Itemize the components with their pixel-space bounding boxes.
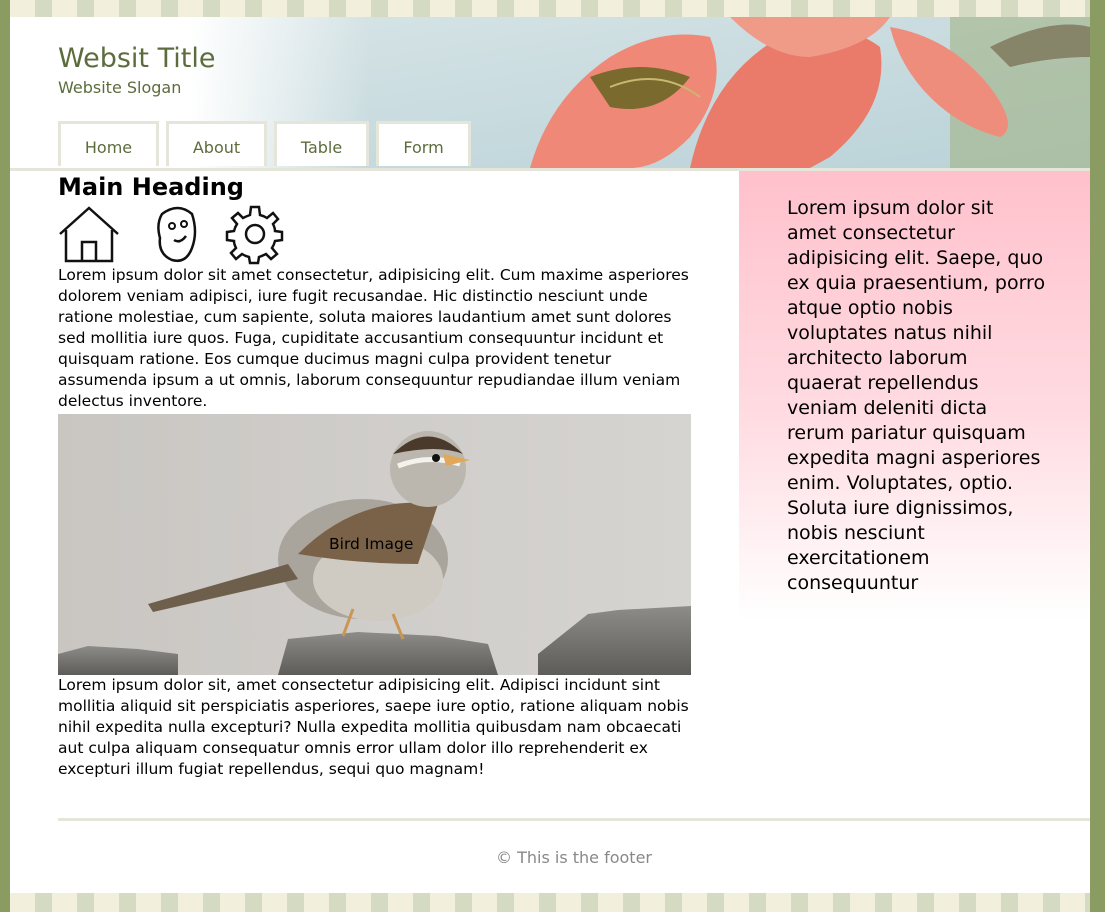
bottom-decorative-border — [10, 893, 1090, 912]
bird-image-caption: Bird Image — [329, 535, 414, 553]
main-heading: Main Heading — [58, 173, 244, 201]
main-content: Main Heading Lorem ipsum dolor sit amet — [58, 171, 698, 780]
site-header: Websit Title Website Slogan Home About T… — [10, 17, 1090, 168]
footer-text: © This is the footer — [496, 848, 652, 867]
nav-home-button[interactable]: Home — [58, 121, 159, 166]
nav-about-button[interactable]: About — [166, 121, 267, 166]
intro-paragraph: Lorem ipsum dolor sit amet consectetur, … — [58, 266, 689, 410]
nav-form-button[interactable]: Form — [376, 121, 471, 166]
site-title[interactable]: Websit Title — [58, 43, 215, 75]
page: Websit Title Website Slogan Home About T… — [10, 0, 1090, 912]
nav-table-button[interactable]: Table — [274, 121, 369, 166]
sidebar-text: Lorem ipsum dolor sit amet consectetur a… — [787, 197, 1046, 594]
main-navigation: Home About Table Form — [58, 121, 471, 166]
bird-image: Bird Image — [58, 414, 691, 675]
face-icon — [157, 206, 197, 262]
sidebar: Lorem ipsum dolor sit amet consectetur a… — [739, 171, 1090, 621]
home-icon — [59, 206, 119, 263]
site-slogan: Website Slogan — [58, 78, 182, 97]
top-decorative-border — [10, 0, 1090, 17]
second-paragraph: Lorem ipsum dolor sit, amet consectetur … — [58, 676, 689, 778]
icon-row — [58, 203, 698, 265]
footer-divider — [58, 818, 1090, 821]
gear-icon — [225, 205, 284, 265]
